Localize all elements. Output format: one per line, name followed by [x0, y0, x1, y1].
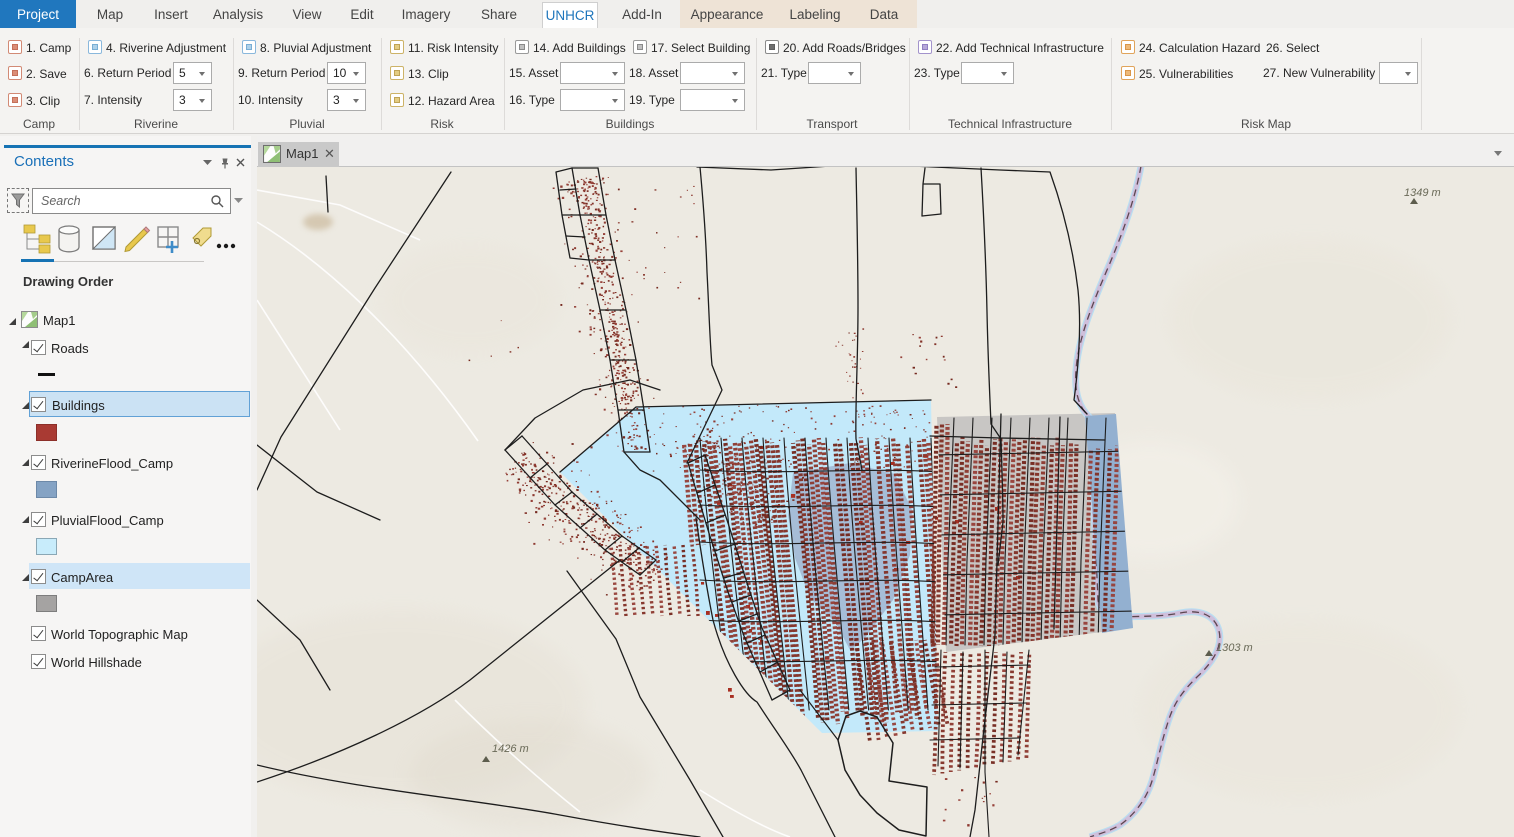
svg-text:1349 m: 1349 m [1404, 187, 1441, 199]
svg-text:1303 m: 1303 m [1216, 642, 1253, 654]
svg-text:1426 m: 1426 m [492, 743, 529, 755]
